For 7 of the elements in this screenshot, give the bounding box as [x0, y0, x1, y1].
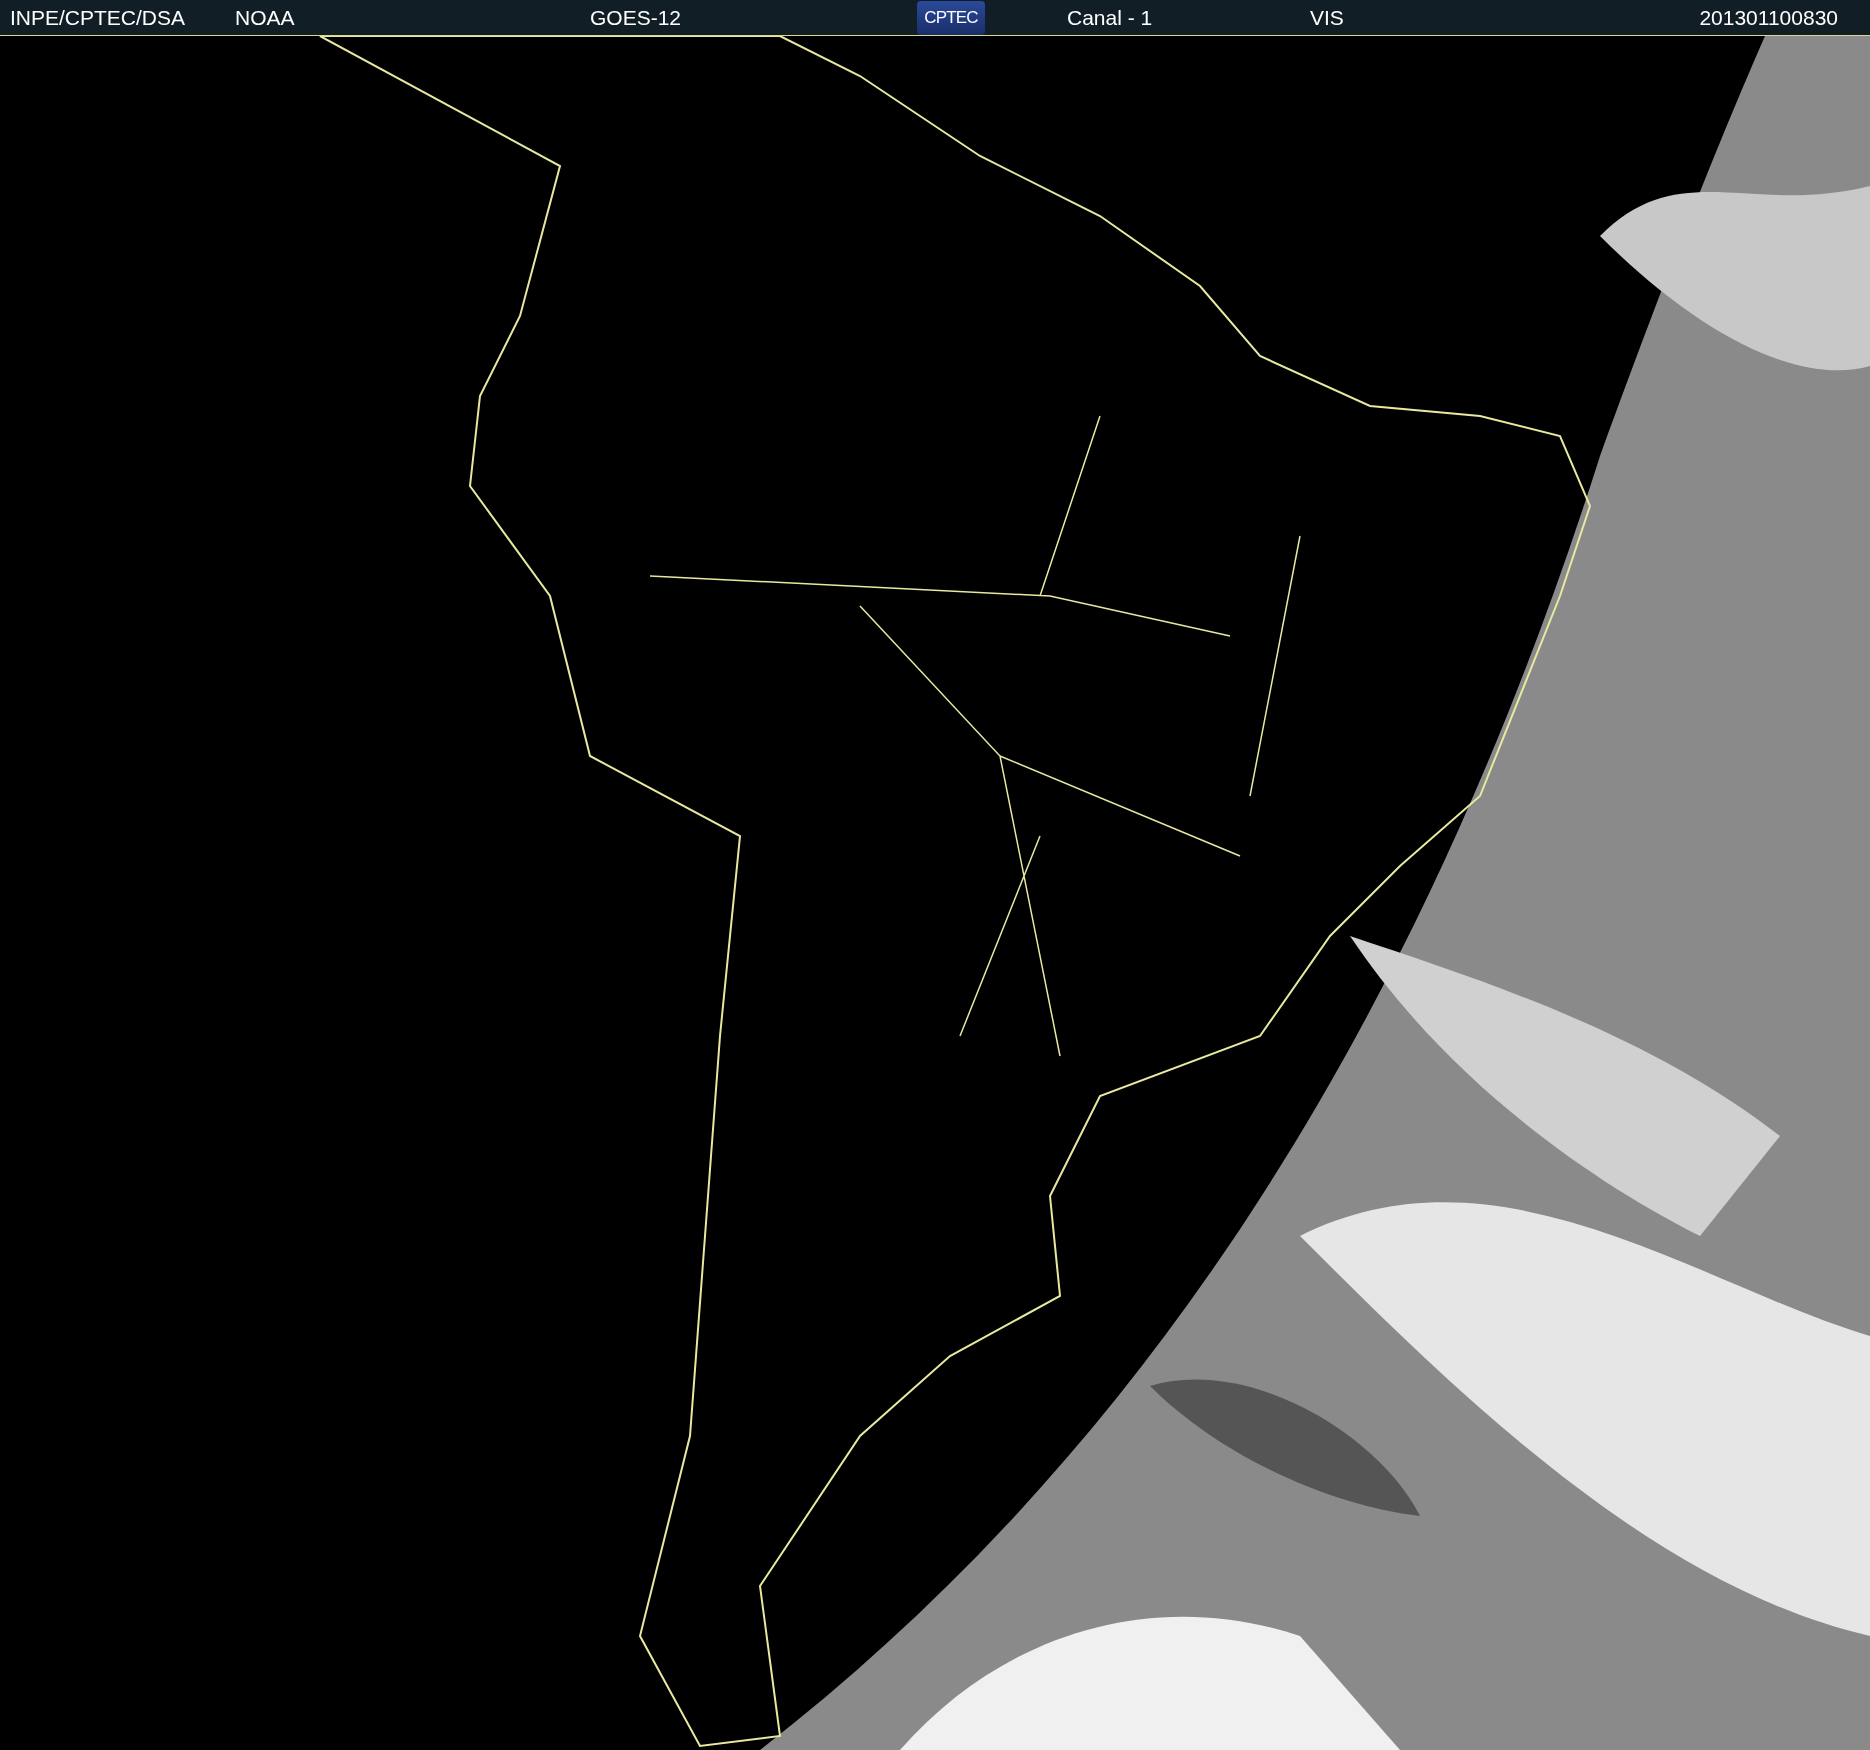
timestamp: 201301100830 [1699, 4, 1838, 31]
header-label: Canal - 1 [1067, 5, 1153, 29]
logo: CPTEC [917, 0, 985, 35]
header-label: NOAA [235, 5, 295, 29]
header-label: VIS [1310, 5, 1344, 29]
header-label: INPE/CPTEC/DSA [10, 5, 186, 29]
header-label: GOES-12 [590, 5, 682, 29]
